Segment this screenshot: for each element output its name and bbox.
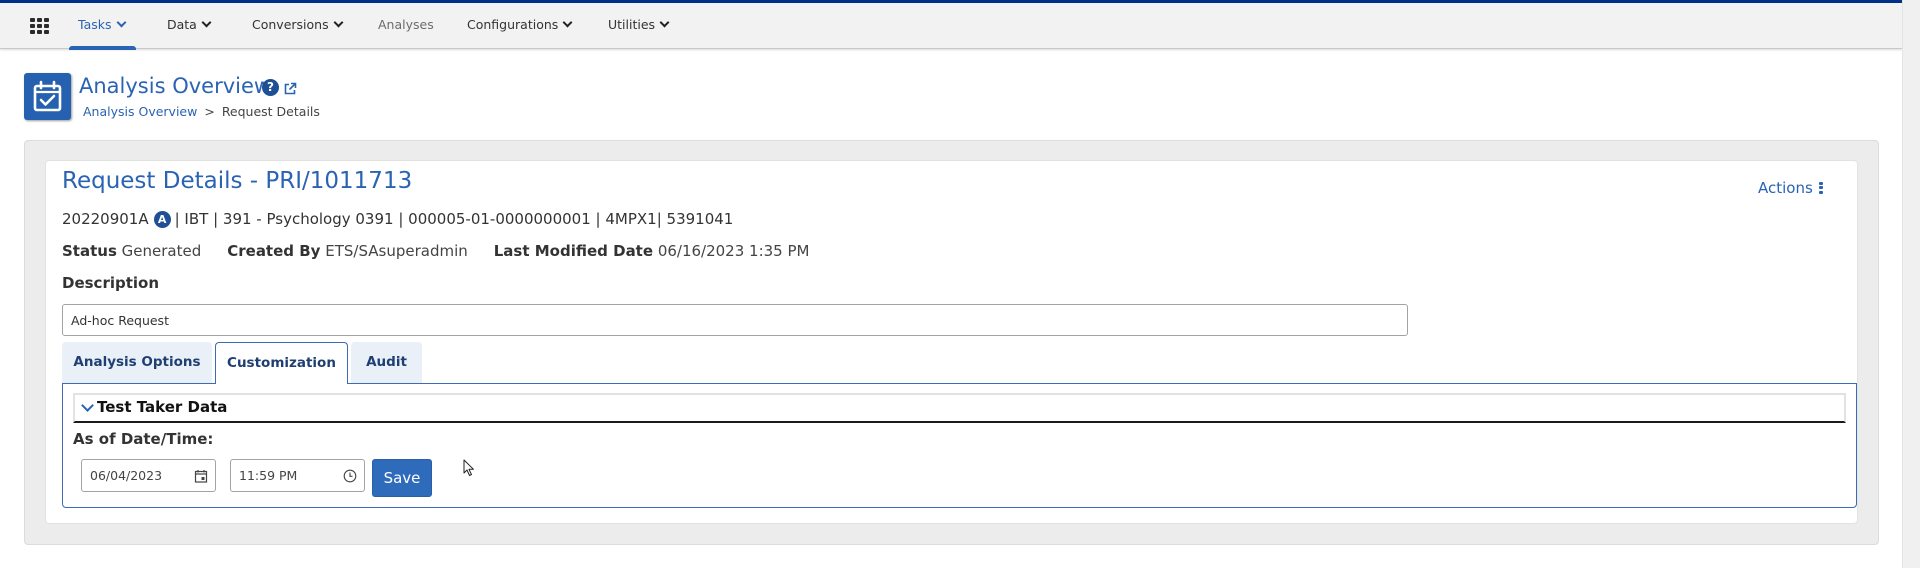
save-button[interactable]: Save <box>372 459 432 497</box>
top-navbar: Tasks Data Conversions Analyses Configur… <box>0 3 1902 50</box>
request-status-line: Status Generated Created By ETS/SAsuperad… <box>62 242 809 260</box>
nav-data-label: Data <box>167 17 197 32</box>
nav-conversions-label: Conversions <box>252 17 329 32</box>
chevron-down-icon <box>116 17 126 28</box>
calendar-check-icon <box>24 73 71 120</box>
help-icon[interactable]: ? <box>262 79 279 96</box>
request-title: Request Details - PRI/1011713 <box>62 168 413 194</box>
description-input[interactable] <box>62 304 1408 336</box>
external-link-icon[interactable] <box>283 81 297 95</box>
chevron-down-icon <box>201 17 212 28</box>
description-label: Description <box>62 274 160 292</box>
nav-analyses-label: Analyses <box>378 17 434 32</box>
app-grid-icon[interactable] <box>30 18 50 34</box>
last-modified-label: Last Modified Date <box>493 242 654 260</box>
calendar-icon[interactable] <box>194 468 208 483</box>
section-title: Test Taker Data <box>97 398 228 416</box>
breadcrumb: Analysis Overview > Request Details <box>83 104 320 119</box>
page-scrollbar[interactable] <box>1902 0 1920 568</box>
status-badge: A <box>153 211 171 228</box>
chevron-down-icon <box>562 17 573 28</box>
last-modified-value: 06/16/2023 1:35 PM <box>657 242 810 260</box>
test-taker-data-section-toggle[interactable]: Test Taker Data <box>73 393 1846 423</box>
nav-analyses[interactable]: Analyses <box>378 3 434 49</box>
request-meta-details: | IBT | 391 - Psychology 0391 | 000005-0… <box>174 210 734 228</box>
tab-analysis-options[interactable]: Analysis Options <box>62 342 212 383</box>
nav-utilities-label: Utilities <box>608 17 656 32</box>
nav-utilities[interactable]: Utilities <box>608 3 670 49</box>
nav-tasks[interactable]: Tasks <box>78 3 126 49</box>
date-field <box>81 459 216 492</box>
actions-button[interactable]: Actions <box>1758 179 1823 197</box>
breadcrumb-current: Request Details <box>221 104 320 119</box>
tab-audit[interactable]: Audit <box>351 342 422 383</box>
nav-conversions[interactable]: Conversions <box>252 3 344 49</box>
request-meta: 20220901A A | IBT | 391 - Psychology 0391 … <box>62 210 733 228</box>
tab-customization[interactable]: Customization <box>215 342 348 384</box>
nav-active-indicator <box>69 46 136 50</box>
status-value: Generated <box>121 242 202 260</box>
time-field <box>230 459 365 492</box>
status-label: Status <box>62 242 117 260</box>
nav-configurations[interactable]: Configurations <box>467 3 573 49</box>
nav-tasks-label: Tasks <box>78 17 112 32</box>
page-title: Analysis Overview <box>79 74 272 98</box>
mouse-cursor-icon <box>463 459 475 477</box>
chevron-down-icon <box>659 17 670 28</box>
nav-data[interactable]: Data <box>167 3 212 49</box>
breadcrumb-link-analysis-overview[interactable]: Analysis Overview <box>83 104 197 119</box>
nav-configurations-label: Configurations <box>467 17 559 32</box>
actions-label: Actions <box>1758 179 1813 197</box>
as-of-datetime-label: As of Date/Time: <box>73 430 214 448</box>
request-code: 20220901A <box>62 210 149 228</box>
kebab-menu-icon <box>1818 181 1823 196</box>
created-by-value: ETS/SAsuperadmin <box>325 242 468 260</box>
clock-icon[interactable] <box>343 468 357 483</box>
chevron-down-icon <box>333 17 344 28</box>
breadcrumb-separator: > <box>204 104 215 119</box>
created-by-label: Created By <box>227 242 321 260</box>
chevron-down-icon <box>81 399 94 412</box>
